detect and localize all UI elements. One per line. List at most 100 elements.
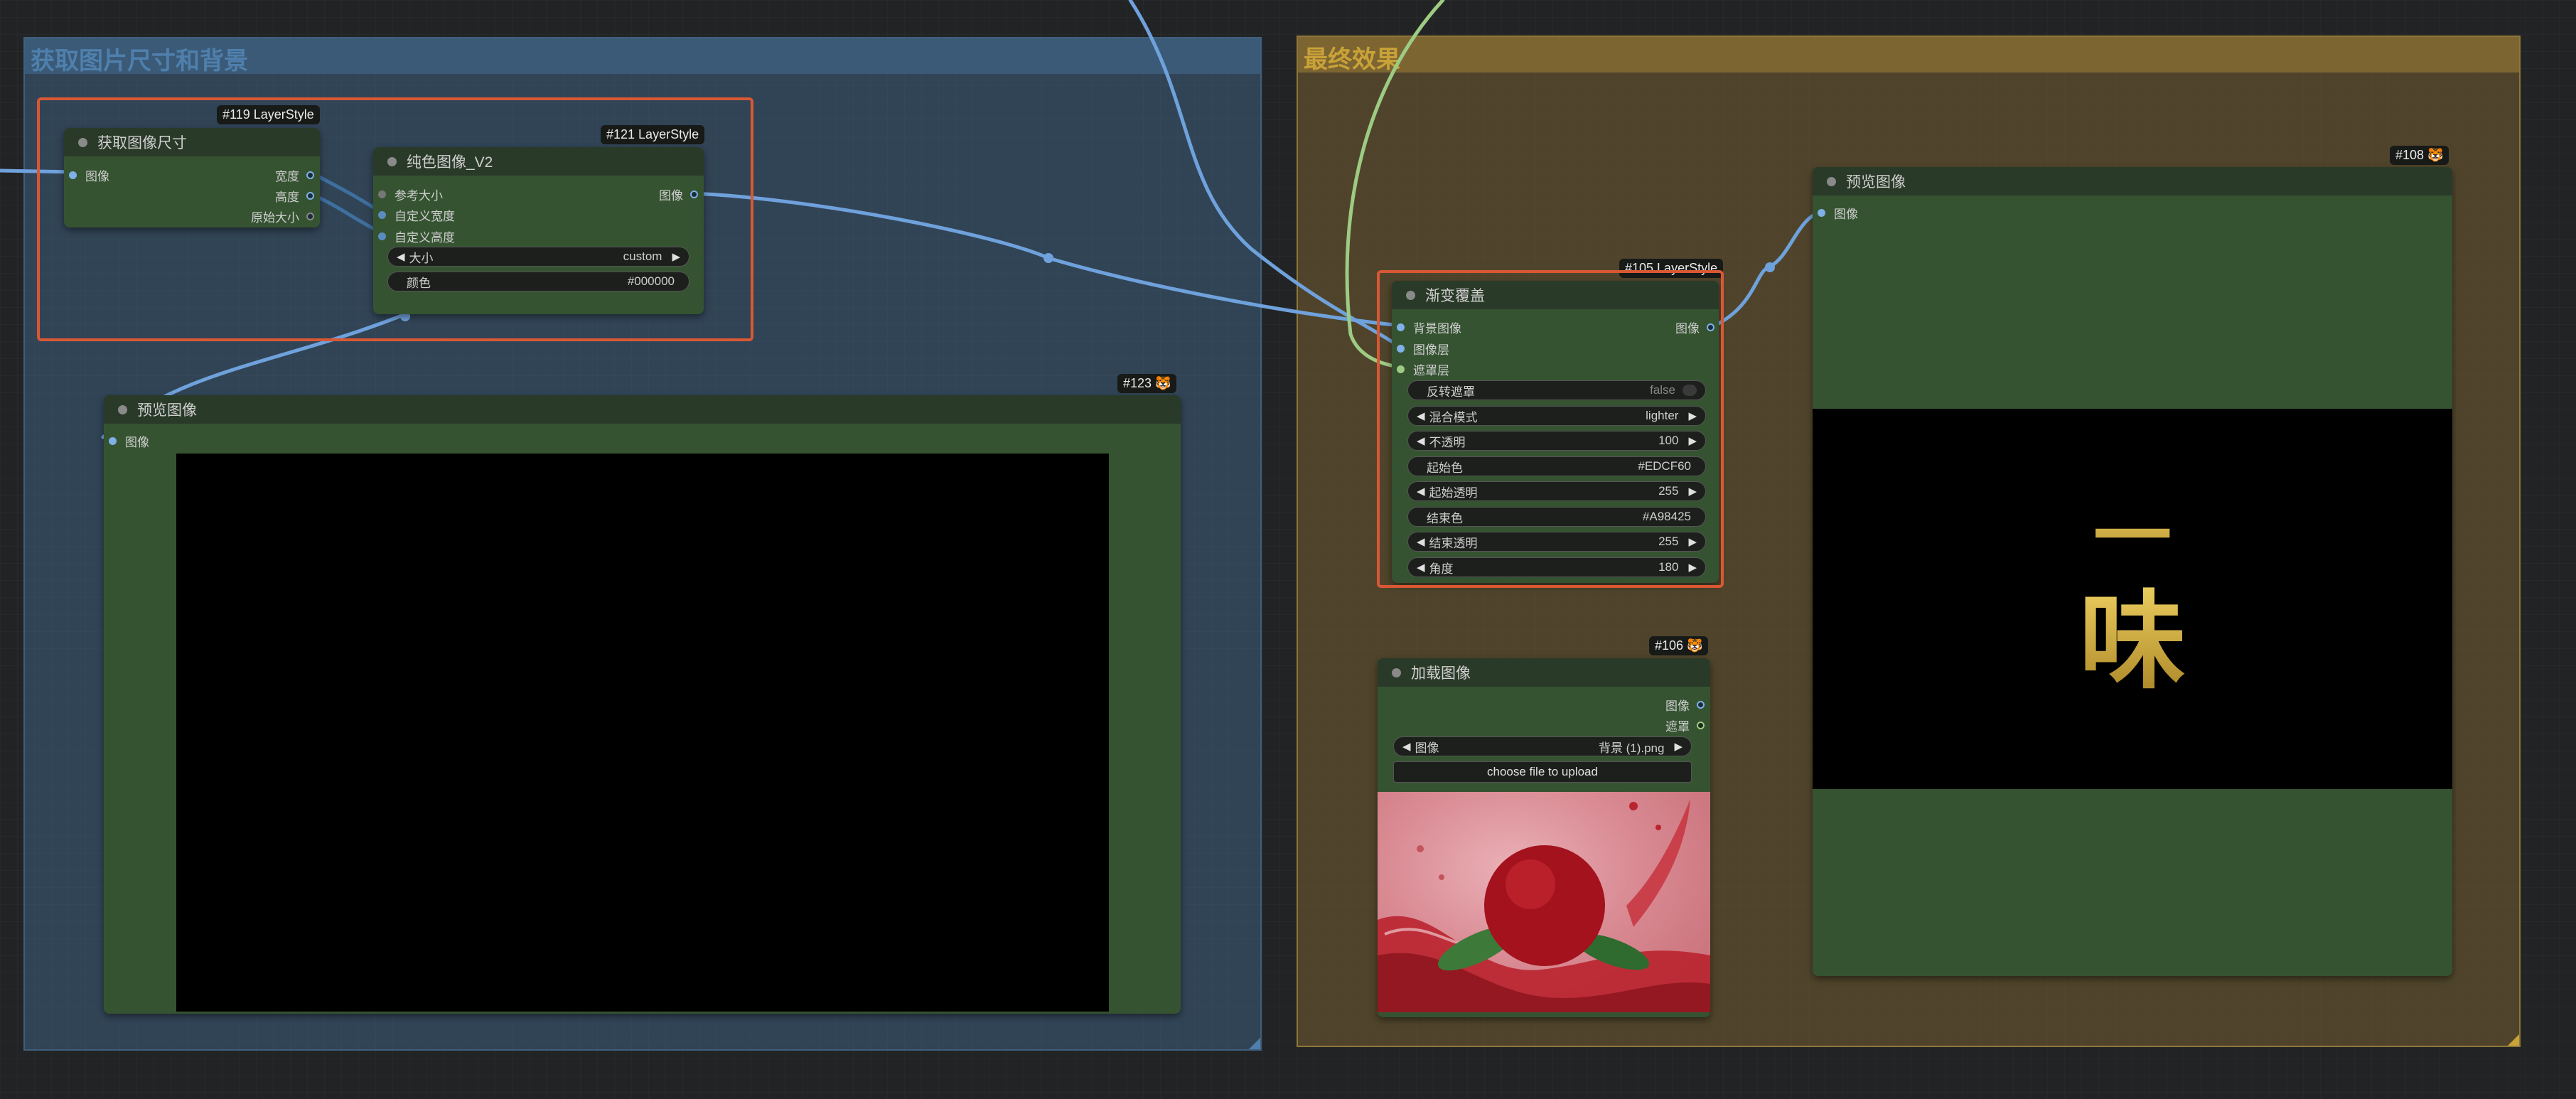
arrow-right-icon[interactable]: ▶ (1688, 561, 1697, 574)
slot-label: 图像 (1834, 208, 1858, 221)
arrow-right-icon[interactable]: ▶ (1688, 434, 1697, 447)
wire-reroute-dot[interactable] (1043, 253, 1053, 263)
slot-label: 自定义高度 (395, 231, 455, 245)
arrow-right-icon[interactable]: ▶ (1688, 485, 1697, 498)
widget-value: 180 (1658, 560, 1679, 574)
input-dot-icon[interactable] (1818, 209, 1825, 217)
arrow-left-icon[interactable]: ◀ (1417, 485, 1425, 498)
output-slot-width[interactable]: 宽度 (275, 166, 314, 184)
node-title-bar[interactable]: 预览图像 (104, 395, 1181, 424)
image-wire-top-105[interactable] (1128, 0, 1402, 349)
node-preview-image-right[interactable]: 预览图像 图像 一 味 (1813, 167, 2452, 976)
input-dot-icon[interactable] (1397, 323, 1405, 331)
collapse-dot-icon[interactable] (1827, 176, 1836, 186)
input-dot-icon[interactable] (69, 171, 77, 179)
end-color-field[interactable]: 结束色 #A98425 (1407, 507, 1706, 527)
widget-label: 起始透明 (1429, 486, 1478, 500)
size-combo[interactable]: ◀ 大小 custom ▶ (387, 247, 689, 267)
node-title-bar[interactable]: 纯色图像_V2 (373, 147, 704, 176)
collapse-dot-icon[interactable] (78, 137, 87, 147)
input-slot-image-layer[interactable]: 图像层 (1397, 340, 1449, 358)
input-slot-image[interactable]: 图像 (69, 166, 109, 184)
widget-value: false (1650, 383, 1675, 397)
node-title-bar[interactable]: 获取图像尺寸 (64, 128, 320, 156)
arrow-right-icon[interactable]: ▶ (1688, 409, 1697, 422)
arrow-left-icon[interactable]: ◀ (1417, 561, 1425, 574)
collapse-dot-icon[interactable] (118, 404, 127, 414)
slot-label: 原始大小 (251, 211, 299, 225)
end-alpha-number[interactable]: ◀ 结束透明 255 ▶ (1407, 532, 1706, 552)
toggle-icon[interactable] (1683, 385, 1697, 396)
input-dot-icon[interactable] (109, 437, 117, 445)
node-id-badge: #123 🐯 (1117, 374, 1177, 393)
output-slot-image[interactable]: 图像 (1665, 696, 1705, 714)
node-title-bar[interactable]: 渐变覆盖 (1392, 281, 1719, 309)
color-field[interactable]: 颜色 #000000 (387, 272, 689, 291)
slot-label: 高度 (275, 191, 299, 204)
node-title-bar[interactable]: 预览图像 (1813, 167, 2452, 195)
input-slot-custom-height[interactable]: 自定义高度 (378, 227, 455, 245)
slot-label: 遮罩 (1665, 720, 1690, 734)
wire-reroute-dot[interactable] (1765, 262, 1775, 272)
input-dot-icon[interactable] (378, 211, 386, 219)
output-dot-icon[interactable] (1707, 323, 1714, 331)
arrow-left-icon[interactable]: ◀ (1417, 434, 1425, 447)
input-slot-mask-layer[interactable]: 遮罩层 (1397, 360, 1449, 378)
arrow-right-icon[interactable]: ▶ (672, 250, 680, 263)
image-file-combo[interactable]: ◀ 图像 背景 (1).png ▶ (1393, 736, 1692, 756)
arrow-left-icon[interactable]: ◀ (1417, 409, 1425, 422)
result-text-line2: 味 (2078, 579, 2186, 704)
choose-file-button[interactable]: choose file to upload (1393, 761, 1692, 783)
input-dot-icon[interactable] (1397, 345, 1405, 353)
node-load-image[interactable]: 加载图像 图像 遮罩 ◀ 图像 背景 (1).png ▶ choose file to… (1378, 658, 1710, 1017)
output-slot-height[interactable]: 高度 (275, 187, 314, 205)
node-gradient-overlay[interactable]: 渐变覆盖 背景图像 图像层 遮罩层 图像 反转遮罩 false ◀ 混合模式 ligh… (1392, 281, 1719, 583)
arrow-left-icon[interactable]: ◀ (1402, 740, 1411, 753)
arrow-right-icon[interactable]: ▶ (1688, 535, 1697, 548)
input-slot-image[interactable]: 图像 (1818, 204, 1858, 222)
input-dot-icon[interactable] (378, 191, 386, 198)
arrow-left-icon[interactable]: ◀ (397, 250, 405, 263)
input-slot-custom-width[interactable]: 自定义宽度 (378, 206, 455, 224)
widget-value: 背景 (1).png (1598, 741, 1665, 755)
output-slot-image[interactable]: 图像 (1675, 318, 1714, 336)
input-slot-ref-size[interactable]: 参考大小 (378, 186, 443, 203)
arrow-left-icon[interactable]: ◀ (1417, 535, 1425, 548)
input-dot-icon[interactable] (1397, 365, 1405, 373)
arrow-right-icon[interactable]: ▶ (1674, 740, 1683, 753)
output-slot-mask[interactable]: 遮罩 (1665, 717, 1705, 734)
widget-label: 图像 (1415, 741, 1439, 755)
opacity-number[interactable]: ◀ 不透明 100 ▶ (1407, 431, 1706, 451)
start-color-field[interactable]: 起始色 #EDCF60 (1407, 456, 1706, 476)
slot-label: 背景图像 (1413, 322, 1461, 336)
output-slot-image[interactable]: 图像 (659, 186, 698, 203)
output-dot-icon[interactable] (306, 171, 314, 179)
widget-label: 结束透明 (1429, 536, 1478, 550)
output-dot-icon[interactable] (1697, 722, 1705, 729)
node-get-image-size[interactable]: 获取图像尺寸 图像 宽度 高度 原始大小 (64, 128, 320, 227)
output-dot-icon[interactable] (306, 192, 314, 200)
widget-value: #000000 (627, 274, 675, 288)
widget-label: 不透明 (1429, 435, 1466, 449)
collapse-dot-icon[interactable] (1392, 668, 1401, 677)
node-preview-image-left[interactable]: 预览图像 图像 (104, 395, 1181, 1014)
output-dot-icon[interactable] (690, 191, 698, 198)
output-dot-icon[interactable] (306, 213, 314, 220)
output-dot-icon[interactable] (1697, 701, 1705, 709)
input-dot-icon[interactable] (378, 232, 386, 240)
bayberry-splash-icon (1378, 799, 1710, 1012)
angle-number[interactable]: ◀ 角度 180 ▶ (1407, 557, 1706, 577)
output-slot-original-size[interactable]: 原始大小 (251, 208, 314, 225)
collapse-dot-icon[interactable] (1406, 290, 1415, 300)
node-solid-color-image[interactable]: 纯色图像_V2 参考大小 自定义宽度 自定义高度 图像 ◀ 大小 custom ▶ 颜… (373, 147, 704, 314)
input-slot-background-image[interactable]: 背景图像 (1397, 318, 1461, 336)
start-alpha-number[interactable]: ◀ 起始透明 255 ▶ (1407, 481, 1706, 501)
node-title: 预览图像 (137, 402, 197, 419)
input-slot-image[interactable]: 图像 (109, 432, 149, 450)
collapse-dot-icon[interactable] (387, 156, 397, 166)
node-title-bar[interactable]: 加载图像 (1378, 658, 1710, 687)
blend-mode-combo[interactable]: ◀ 混合模式 lighter ▶ (1407, 406, 1706, 426)
widget-label: 结束色 (1427, 511, 1463, 525)
widget-value: #EDCF60 (1638, 459, 1691, 473)
invert-mask-toggle[interactable]: 反转遮罩 false (1407, 380, 1706, 400)
